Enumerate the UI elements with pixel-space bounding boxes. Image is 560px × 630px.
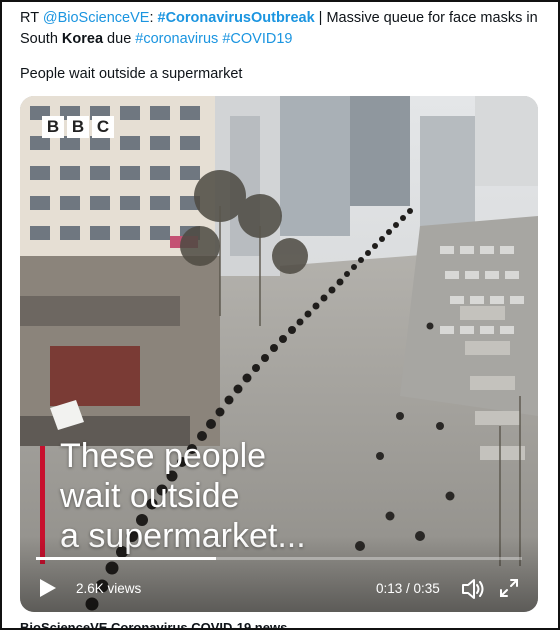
tweet-text: RT @BioScienceVE: #CoronavirusOutbreak |… <box>20 8 540 50</box>
text-colon: : <box>149 10 158 26</box>
overlay-line-1: These people <box>60 437 267 475</box>
tweet-card: RT @BioScienceVE: #CoronavirusOutbreak |… <box>0 0 560 630</box>
volume-button[interactable] <box>460 577 486 601</box>
hashtag-covid19[interactable]: #COVID19 <box>222 31 292 47</box>
mention-link[interactable]: @BioScienceVE <box>43 10 150 26</box>
bbc-logo-letter: B <box>67 116 89 138</box>
play-icon <box>40 579 56 597</box>
next-tweet-peek: BioScienceVE Coronavirus COVID-19 news <box>20 620 288 630</box>
progress-bar[interactable] <box>36 557 522 560</box>
video-time: 0:13 / 0:35 <box>376 581 440 596</box>
progress-fill <box>36 557 216 560</box>
play-button[interactable] <box>36 577 58 599</box>
volume-icon <box>462 579 484 599</box>
video-player[interactable]: B B C These people wait outside a superm… <box>20 96 538 612</box>
overlay-line-2: wait outside <box>60 477 240 515</box>
video-caption: People wait outside a supermarket <box>20 66 243 82</box>
view-count: 2.6K views <box>76 581 142 596</box>
hashtag-coronavirusoutbreak[interactable]: #CoronavirusOutbreak <box>158 10 315 26</box>
fullscreen-icon <box>500 579 518 597</box>
bbc-logo-letter: B <box>42 116 64 138</box>
bbc-logo-letter: C <box>92 116 114 138</box>
rt-prefix: RT <box>20 10 43 26</box>
bbc-logo: B B C <box>42 116 114 138</box>
text-part-2: due <box>103 31 136 47</box>
text-korea: Korea <box>61 31 104 47</box>
hashtag-coronavirus[interactable]: #coronavirus <box>135 31 218 47</box>
fullscreen-button[interactable] <box>498 577 520 599</box>
